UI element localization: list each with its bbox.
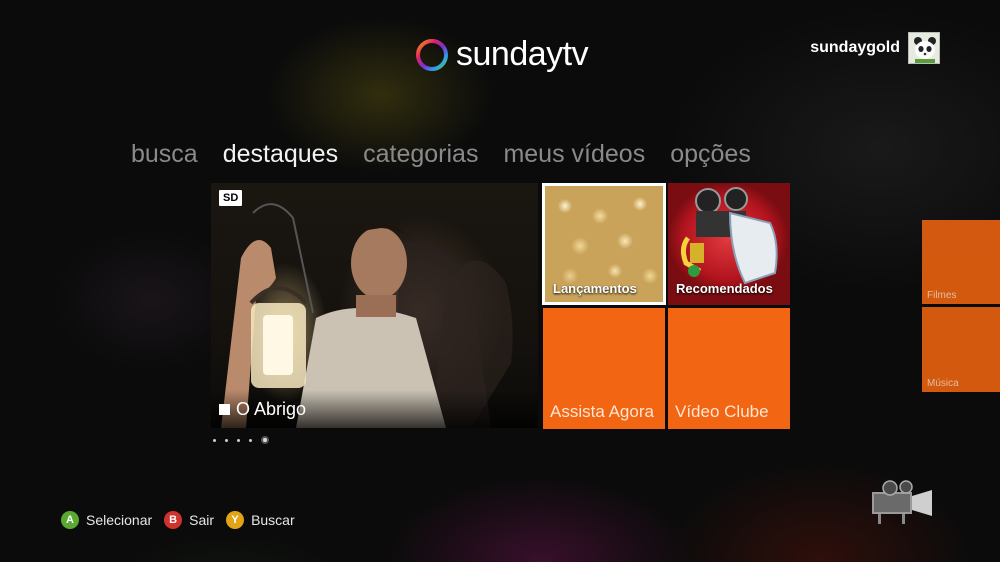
tile-assista-agora[interactable]: Assista Agora <box>543 308 665 429</box>
controller-hints: A Selecionar B Sair Y Buscar <box>61 511 307 529</box>
ring-logo-icon <box>416 38 448 71</box>
featured-caption: O Abrigo <box>211 390 538 428</box>
sd-badge: SD <box>219 190 243 206</box>
app-logo: sundaytv <box>414 35 589 74</box>
movie-camera-icon <box>872 480 932 524</box>
nav-destaques[interactable]: destaques <box>223 140 338 169</box>
side-tile-musica-label: Música <box>927 378 959 389</box>
panda-avatar-icon <box>908 32 940 64</box>
hint-selecionar: A Selecionar <box>61 511 152 529</box>
carousel-dot-active[interactable] <box>261 436 269 444</box>
hint-label: Sair <box>189 512 215 528</box>
carousel-dot[interactable] <box>249 438 252 442</box>
nav-meus-videos[interactable]: meus vídeos <box>503 140 645 169</box>
hint-label: Selecionar <box>86 512 153 528</box>
carousel-indicator <box>213 436 278 444</box>
user-profile[interactable]: sundaygold <box>810 32 940 64</box>
nav-categorias[interactable]: categorias <box>363 140 478 169</box>
nav-busca[interactable]: busca <box>131 140 198 169</box>
tile-assista-agora-label: Assista Agora <box>550 402 654 421</box>
hint-sair: B Sair <box>164 511 214 529</box>
square-icon <box>219 403 230 415</box>
carousel-dot[interactable] <box>225 438 228 442</box>
app-title: sundaytv <box>456 35 589 73</box>
featured-title: O Abrigo <box>236 398 307 419</box>
hint-buscar: Y Buscar <box>226 511 295 529</box>
y-button-icon: Y <box>226 511 245 529</box>
side-tile-musica[interactable]: Música <box>922 307 1000 392</box>
side-tile-filmes[interactable]: Filmes <box>922 220 1000 304</box>
carousel-dot[interactable] <box>237 438 240 442</box>
side-tile-filmes-label: Filmes <box>927 290 957 301</box>
a-button-icon: A <box>61 511 79 529</box>
tile-lancamentos[interactable]: Lançamentos <box>542 183 666 305</box>
nav-opcoes[interactable]: opções <box>670 140 751 169</box>
featured-movie-tile[interactable]: SD O Abrigo <box>211 183 538 428</box>
b-button-icon: B <box>164 511 183 529</box>
main-nav: busca destaques categorias meus vídeos o… <box>131 140 776 169</box>
tile-video-clube-label: Vídeo Clube <box>675 402 769 421</box>
tile-video-clube[interactable]: Vídeo Clube <box>668 308 790 429</box>
hint-label: Buscar <box>251 512 295 528</box>
carousel-dot[interactable] <box>213 438 216 442</box>
tile-lancamentos-label: Lançamentos <box>553 281 637 296</box>
tile-recomendados[interactable]: Recomendados <box>668 183 790 305</box>
tile-recomendados-label: Recomendados <box>676 281 773 296</box>
user-name: sundaygold <box>810 39 900 56</box>
